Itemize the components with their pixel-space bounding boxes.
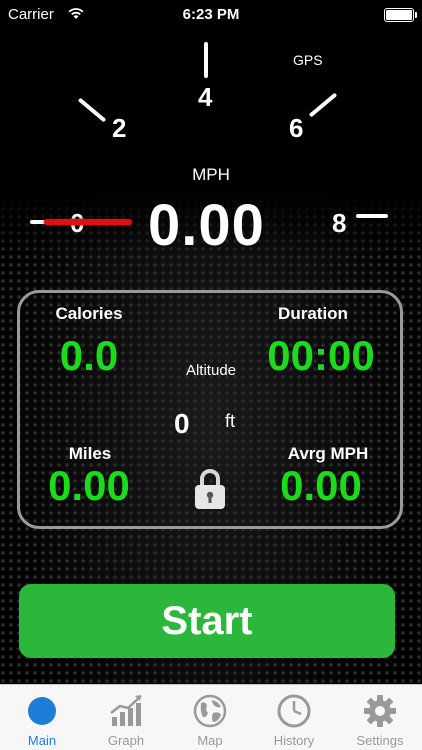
dial-number-8: 8	[332, 208, 347, 238]
speed-readout: 0.00	[148, 193, 265, 258]
gauge-tick-8	[356, 214, 388, 218]
status-bar: Carrier 6:23 PM	[0, 0, 422, 30]
tab-main[interactable]: Main	[0, 685, 84, 750]
tab-settings[interactable]: Settings	[338, 685, 422, 750]
altitude-value: 0	[174, 408, 190, 439]
miles-value: 0.00	[48, 462, 130, 509]
circle-icon	[28, 697, 56, 725]
battery-icon	[384, 8, 417, 22]
tab-history-label: History	[273, 733, 315, 748]
speed-unit-label: MPH	[192, 165, 230, 184]
tab-graph-label: Graph	[107, 733, 145, 748]
avg-mph-value: 0.00	[280, 462, 362, 509]
miles-label: Miles	[68, 444, 112, 463]
lock-icon[interactable]	[193, 466, 227, 510]
dial-number-4: 4	[198, 82, 213, 112]
avg-mph-label: Avrg MPH	[287, 444, 369, 463]
tab-map[interactable]: Map	[168, 685, 252, 750]
dial-number-6: 6	[289, 113, 304, 143]
graph-icon	[110, 695, 142, 726]
altitude-unit: ft	[225, 411, 236, 431]
tab-bar: Main Graph Map History Settings	[0, 684, 422, 750]
tab-history[interactable]: History	[252, 685, 336, 750]
status-time: 6:23 PM	[182, 6, 240, 23]
tab-graph[interactable]: Graph	[84, 685, 168, 750]
altitude-label: Altitude	[185, 362, 237, 379]
gps-indicator: GPS	[293, 52, 323, 68]
tab-main-label: Main	[27, 733, 57, 748]
clock-icon	[277, 694, 311, 728]
start-button[interactable]: Start	[19, 584, 395, 658]
gear-icon	[364, 695, 396, 727]
gauge-tick-4	[204, 42, 208, 78]
globe-icon	[193, 694, 227, 728]
tab-map-label: Map	[197, 733, 223, 748]
calories-label: Calories	[55, 304, 123, 323]
duration-label: Duration	[278, 304, 348, 323]
dial-number-2: 2	[112, 113, 127, 143]
tab-settings-label: Settings	[356, 733, 404, 748]
speed-needle	[44, 219, 132, 225]
